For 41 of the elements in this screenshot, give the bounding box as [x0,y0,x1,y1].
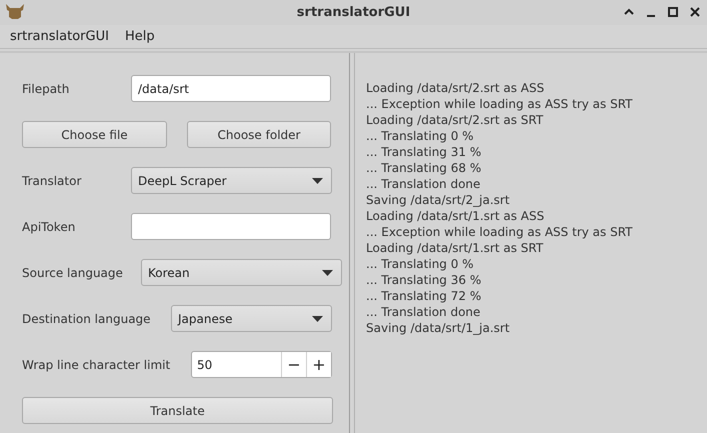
field-label: Wrap line character limit [22,358,172,372]
log-line: Loading /data/srt/1.srt as ASS [366,208,546,224]
dropdown[interactable]: Japanese [171,305,332,332]
menu-item[interactable]: Help [116,29,163,44]
log-line: ... Translation done [366,304,482,320]
translate-button[interactable]: Translate [22,397,333,424]
log-line: Saving /data/srt/2_ja.srt [366,192,511,208]
field-label: Source language [22,266,124,280]
field-label: Destination language [22,312,152,326]
maximize-icon[interactable] [667,6,679,18]
caret-icon [312,178,323,184]
dropdown[interactable]: Korean [141,259,342,286]
log-line: Saving /data/srt/1_ja.srt [366,320,511,336]
field-label: Filepath [22,82,70,96]
log-line: ... Translating 68 % [366,160,482,176]
number-field[interactable]: 50 − + [191,351,332,378]
log-line: ... Translating 0 % [366,128,475,144]
input-field[interactable] [131,213,331,240]
choose-button[interactable]: Choose file [22,121,167,148]
increment-button[interactable]: + [306,352,331,377]
log-line: ... Exception while loading as ASS try as SRT [366,96,634,112]
app-icon [4,2,26,20]
close-icon[interactable] [689,6,701,18]
field-label: ApiToken [22,220,76,234]
menu-item[interactable]: srtranslatorGUI [2,29,117,44]
window-title: srtranslatorGUI [296,5,410,20]
caret-icon [312,316,323,322]
dropdown[interactable]: DeepL Scraper [131,167,332,194]
log-line: ... Translating 36 % [366,272,482,288]
log-line: ... Translation done [366,176,482,192]
caret-icon [322,270,333,276]
log-line: ... Translating 72 % [366,288,482,304]
log-line: ... Translating 31 % [366,144,482,160]
log-line: ... Exception while loading as ASS try as SRT [366,224,634,240]
log-line: Loading /data/srt/1.srt as SRT [366,240,544,256]
field-label: Translator [22,174,82,188]
input-field[interactable]: /data/srt [131,75,331,102]
choose-button[interactable]: Choose folder [187,121,331,148]
log-line: ... Translating 0 % [366,256,475,272]
log-line: Loading /data/srt/2.srt as ASS [366,80,546,96]
log-line: Loading /data/srt/2.srt as SRT [366,112,544,128]
